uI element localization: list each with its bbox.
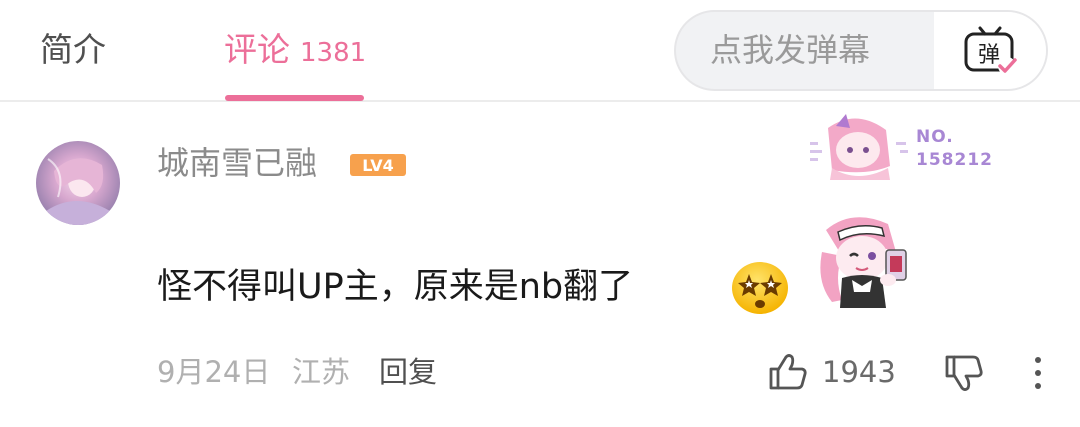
danmaku-placeholder: 点我发弹幕 [710,31,871,69]
fan-badge-icon [810,114,908,180]
danmaku-send-icon[interactable]: 弹 [963,26,1017,76]
like-count: 1943 [822,355,896,389]
active-tab-indicator [225,95,364,101]
comment-location: 江苏 [292,355,351,389]
thumbs-up-icon[interactable] [768,353,808,391]
more-vertical-icon[interactable] [1030,355,1046,391]
comment-date: 9月24日 [157,355,271,389]
reply-button[interactable]: 回复 [379,352,437,392]
tab-comments[interactable]: 评论 1381 [224,27,366,73]
tab-comments-label: 评论 [224,30,290,69]
avatar[interactable] [36,141,120,225]
tab-bar: 简介 评论 1381 点我发弹幕 弹 [0,0,1080,102]
comment-text: 怪不得叫UP主，原来是nb翻了 [157,267,634,307]
starry-eyes-emoji-icon [732,262,788,314]
username[interactable]: 城南雪已融 [157,140,317,186]
level-badge-label: LV4 [362,156,394,175]
level-badge: LV4 [350,154,406,176]
character-sticker-icon [820,217,907,308]
danmaku-icon-label: 弹 [978,43,1000,68]
fan-badge-prefix: NO. [916,127,954,147]
danmaku-input[interactable]: 点我发弹幕 弹 [674,10,1048,91]
fan-badge-number: 158212 [916,150,993,170]
tab-comments-count: 1381 [300,38,367,68]
tab-intro[interactable]: 简介 [40,27,106,73]
thumbs-down-icon[interactable] [944,354,984,392]
comment-page: 简介 评论 1381 点我发弹幕 弹 城南雪已融 LV4 NO. 158212 … [0,0,1080,427]
